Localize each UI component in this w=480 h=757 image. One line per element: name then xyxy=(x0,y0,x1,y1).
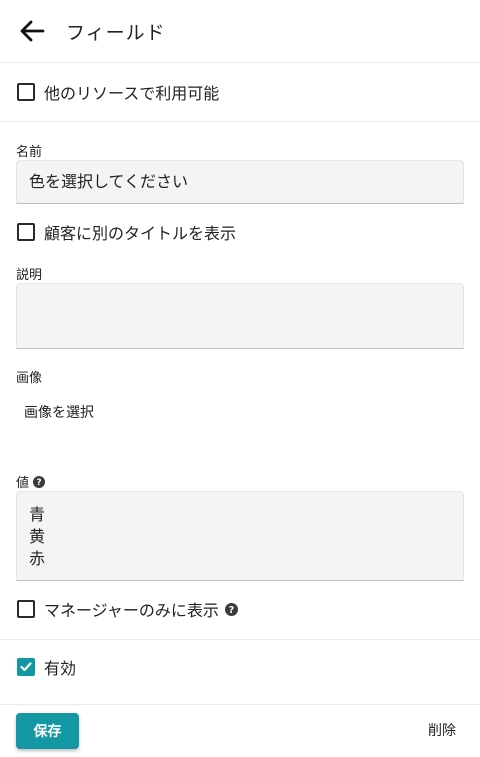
available-other-resources-row[interactable]: 他のリソースで利用可能 xyxy=(0,63,480,122)
select-image-button[interactable]: 画像を選択 xyxy=(24,402,94,422)
question-circle-icon: ? xyxy=(224,602,238,616)
value-line: 黄 xyxy=(29,527,46,546)
svg-text:?: ? xyxy=(36,478,41,488)
values-label-row: 値 ? xyxy=(16,472,46,491)
value-line: 赤 xyxy=(29,549,46,568)
help-icon[interactable]: ? xyxy=(33,475,46,488)
available-other-resources-label: 他のリソースで利用可能 xyxy=(44,84,220,103)
divider xyxy=(0,704,480,705)
svg-text:?: ? xyxy=(229,604,235,615)
values-label: 値 xyxy=(16,476,30,491)
arrow-left-icon xyxy=(20,20,45,42)
description-label: 説明 xyxy=(16,268,43,283)
divider xyxy=(0,639,480,640)
enabled-row[interactable]: 有効 xyxy=(0,655,76,679)
question-circle-icon: ? xyxy=(33,475,46,488)
enabled-checkbox[interactable] xyxy=(17,658,35,676)
value-line: 青 xyxy=(29,505,46,524)
field-editor-page: フィールド 他のリソースで利用可能 名前 色を選択してください 顧客に別のタイト… xyxy=(0,0,480,757)
enabled-label: 有効 xyxy=(44,659,77,678)
managers-only-help-icon[interactable]: ? xyxy=(224,602,238,616)
show-customer-title-label: 顧客に別のタイトルを表示 xyxy=(44,224,237,243)
back-button[interactable] xyxy=(18,17,46,45)
image-label: 画像 xyxy=(16,371,43,386)
page-title: フィールド xyxy=(66,21,166,44)
save-button[interactable]: 保存 xyxy=(16,713,79,749)
description-input[interactable] xyxy=(16,283,464,349)
managers-only-row[interactable]: マネージャーのみに表示 ? xyxy=(0,597,238,621)
header: フィールド xyxy=(0,0,480,63)
delete-button[interactable]: 削除 xyxy=(428,720,456,740)
managers-only-checkbox[interactable] xyxy=(17,600,35,618)
show-customer-title-row[interactable]: 顧客に別のタイトルを表示 xyxy=(0,220,236,244)
name-label: 名前 xyxy=(16,145,43,160)
values-textarea[interactable]: 青 黄 赤 xyxy=(16,491,464,581)
show-customer-title-checkbox[interactable] xyxy=(17,223,35,241)
checkmark-icon xyxy=(20,662,32,672)
name-input[interactable]: 色を選択してください xyxy=(16,160,464,204)
available-other-resources-checkbox[interactable] xyxy=(17,83,35,101)
managers-only-label: マネージャーのみに表示 xyxy=(44,601,219,620)
